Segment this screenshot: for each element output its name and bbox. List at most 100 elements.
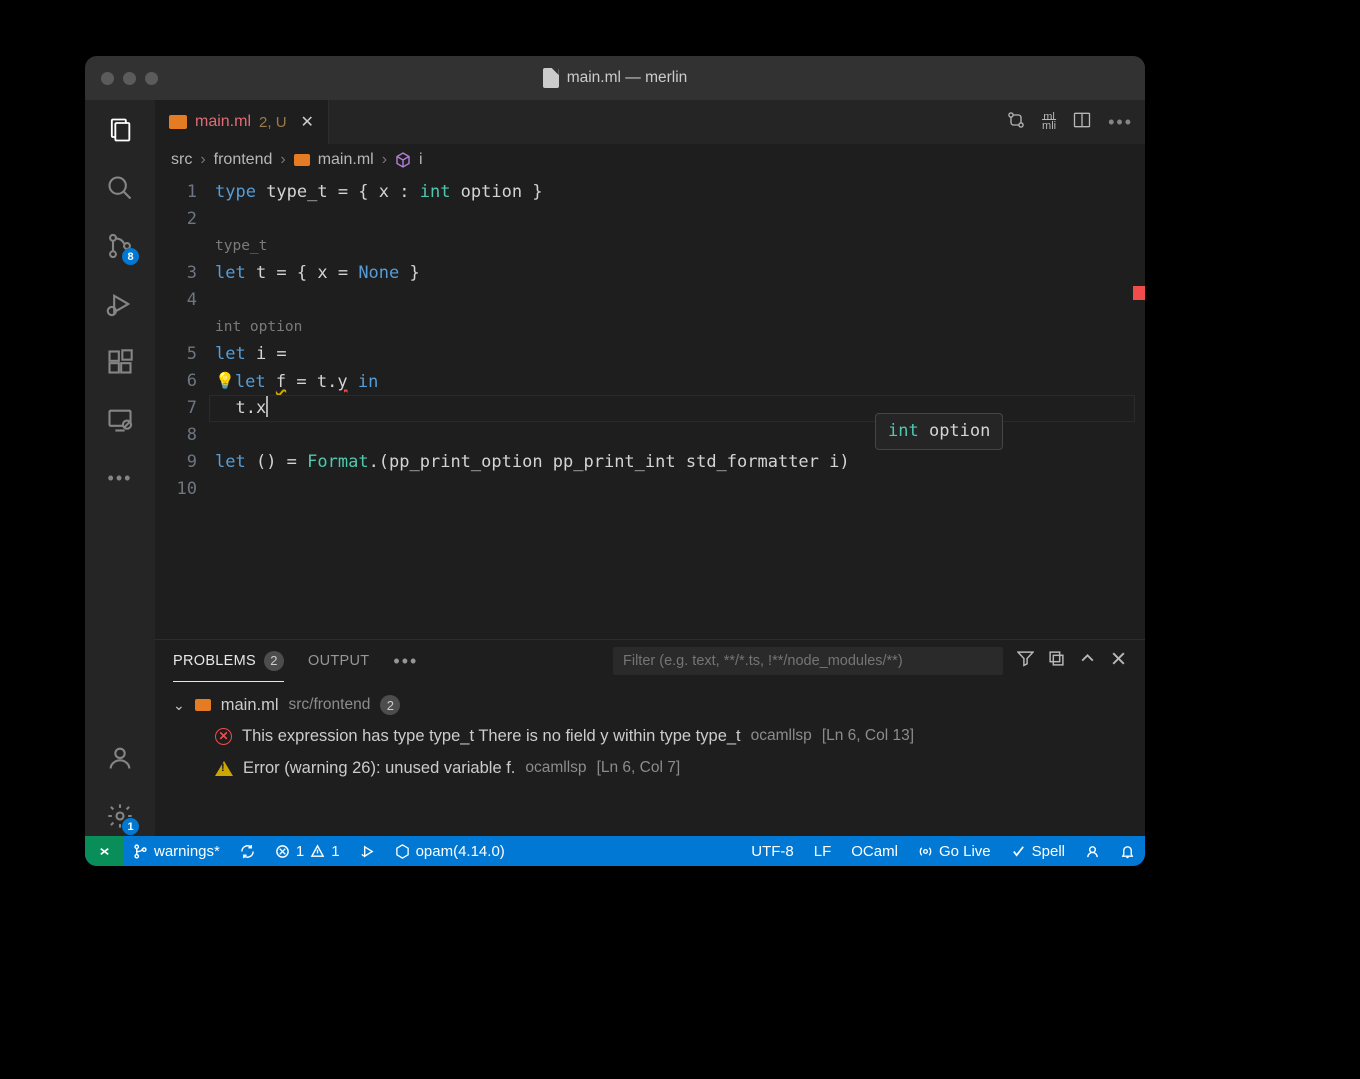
- chevron-right-icon: ›: [382, 151, 387, 169]
- spell-button[interactable]: Spell: [1001, 836, 1075, 866]
- file-problem-count: 2: [380, 695, 400, 715]
- eol-indicator[interactable]: LF: [804, 836, 842, 866]
- line-number: 4: [155, 287, 197, 314]
- panel: PROBLEMS 2 OUTPUT •••: [155, 639, 1145, 836]
- explorer-icon[interactable]: [100, 110, 140, 150]
- tab-output[interactable]: OUTPUT: [308, 640, 369, 682]
- code-line[interactable]: let t = { x = None }: [215, 260, 1145, 287]
- split-editor-icon[interactable]: [1072, 110, 1092, 135]
- line-number: 9: [155, 449, 197, 476]
- bell-icon[interactable]: [1110, 836, 1145, 866]
- crumb-1[interactable]: frontend: [214, 151, 273, 169]
- chevron-right-icon: ›: [280, 151, 285, 169]
- problem-location: [Ln 6, Col 13]: [822, 727, 914, 745]
- code-line[interactable]: [215, 476, 1145, 503]
- line-number: 2: [155, 206, 197, 233]
- problem-row[interactable]: Error (warning 26): unused variable f. o…: [173, 752, 1127, 784]
- tab-filename: main.ml: [195, 113, 251, 131]
- debug-start-button[interactable]: [350, 836, 385, 866]
- code-line[interactable]: [215, 422, 1145, 449]
- inlay-hint: int option: [215, 314, 1145, 341]
- vscode-window: main.ml — merlin 8 •••: [85, 56, 1145, 866]
- warning-count: 1: [331, 843, 339, 860]
- more-icon[interactable]: •••: [100, 458, 140, 498]
- language-indicator[interactable]: OCaml: [841, 836, 908, 866]
- lightbulb-icon[interactable]: 💡: [215, 371, 235, 390]
- sync-button[interactable]: [230, 836, 265, 866]
- filter-icon[interactable]: [1017, 650, 1034, 672]
- scm-badge: 8: [122, 248, 139, 265]
- settings-icon[interactable]: 1: [100, 796, 140, 836]
- collapse-all-icon[interactable]: [1048, 650, 1065, 672]
- problem-source: ocamllsp: [525, 759, 586, 777]
- diagnostics-indicator[interactable]: 1 1: [265, 836, 350, 866]
- chevron-down-icon[interactable]: ⌄: [173, 697, 185, 714]
- code-area[interactable]: type type_t = { x : int option } type_t …: [215, 176, 1145, 639]
- ml-mli-icon[interactable]: mlmli: [1042, 113, 1056, 131]
- crumb-0[interactable]: src: [171, 151, 192, 169]
- close-dot[interactable]: [101, 72, 114, 85]
- code-line[interactable]: [215, 206, 1145, 233]
- crumb-3[interactable]: i: [419, 151, 423, 169]
- line-number: 7: [155, 395, 197, 422]
- crumb-2[interactable]: main.ml: [318, 151, 374, 169]
- ocaml-icon: [169, 115, 187, 129]
- panel-more-icon[interactable]: •••: [393, 651, 418, 672]
- code-line[interactable]: 💡let f = t.y in: [215, 368, 1145, 395]
- status-bar: warnings* 1 1 opam(4.14.0) UTF-8 LF OCam…: [85, 836, 1145, 866]
- compare-icon[interactable]: [1006, 110, 1026, 135]
- account-icon[interactable]: [100, 738, 140, 778]
- tab-meta: 2, U: [259, 114, 287, 131]
- breadcrumb[interactable]: src › frontend › main.ml › i: [155, 144, 1145, 176]
- branch-indicator[interactable]: warnings*: [123, 836, 230, 866]
- inlay-hint: type_t: [215, 233, 1145, 260]
- problem-row[interactable]: ✕ This expression has type type_t There …: [173, 720, 1127, 752]
- remote-explorer-icon[interactable]: [100, 400, 140, 440]
- tab-row: main.ml 2, U ✕ mlmli •••: [155, 100, 1145, 144]
- remote-button[interactable]: [85, 836, 123, 866]
- feedback-icon[interactable]: [1075, 836, 1110, 866]
- opam-indicator[interactable]: opam(4.14.0): [385, 836, 515, 866]
- minimize-dot[interactable]: [123, 72, 136, 85]
- close-icon[interactable]: [1110, 650, 1127, 672]
- activity-bar: 8 ••• 1: [85, 100, 155, 836]
- code-line[interactable]: t.x: [215, 395, 1145, 422]
- ocaml-icon: [294, 154, 310, 166]
- encoding-indicator[interactable]: UTF-8: [741, 836, 804, 866]
- problems-file-row[interactable]: ⌄ main.ml src/frontend 2: [173, 690, 1127, 720]
- error-icon: ✕: [215, 728, 232, 745]
- tab-label: OUTPUT: [308, 653, 369, 669]
- search-icon[interactable]: [100, 168, 140, 208]
- code-line[interactable]: let i =: [215, 341, 1145, 368]
- chevron-up-icon[interactable]: [1079, 650, 1096, 672]
- code-line[interactable]: [215, 287, 1145, 314]
- debug-icon[interactable]: [100, 284, 140, 324]
- code-line[interactable]: let () = Format.(pp_print_option pp_prin…: [215, 449, 1145, 476]
- hover-tooltip: int option: [875, 413, 1003, 450]
- tab-more-icon[interactable]: •••: [1108, 112, 1133, 133]
- line-number: 1: [155, 179, 197, 206]
- window-title: main.ml — merlin: [85, 68, 1145, 88]
- line-number: [155, 314, 197, 341]
- zoom-dot[interactable]: [145, 72, 158, 85]
- code-line[interactable]: type type_t = { x : int option }: [215, 179, 1145, 206]
- tab-problems[interactable]: PROBLEMS 2: [173, 640, 284, 682]
- window-title-text: main.ml — merlin: [567, 69, 688, 87]
- scm-icon[interactable]: 8: [100, 226, 140, 266]
- tab-main-ml[interactable]: main.ml 2, U ✕: [155, 100, 329, 144]
- opam-label: opam(4.14.0): [416, 843, 505, 860]
- filter-input[interactable]: [613, 647, 1003, 675]
- main-column: main.ml 2, U ✕ mlmli ••• src › frontend …: [155, 100, 1145, 836]
- editor[interactable]: 1 2 3 4 5 6 7 8 9 10 type type_t: [155, 176, 1145, 639]
- tab-close-icon[interactable]: ✕: [295, 112, 314, 132]
- file-icon: [543, 68, 559, 88]
- extensions-icon[interactable]: [100, 342, 140, 382]
- settings-badge: 1: [122, 818, 139, 835]
- problems-list: ⌄ main.ml src/frontend 2 ✕ This expressi…: [155, 682, 1145, 836]
- go-live-button[interactable]: Go Live: [908, 836, 1001, 866]
- cursor: [266, 396, 268, 417]
- file-path: src/frontend: [289, 696, 371, 714]
- line-number: 8: [155, 422, 197, 449]
- line-number: 6: [155, 368, 197, 395]
- tab-actions: mlmli •••: [1006, 100, 1145, 144]
